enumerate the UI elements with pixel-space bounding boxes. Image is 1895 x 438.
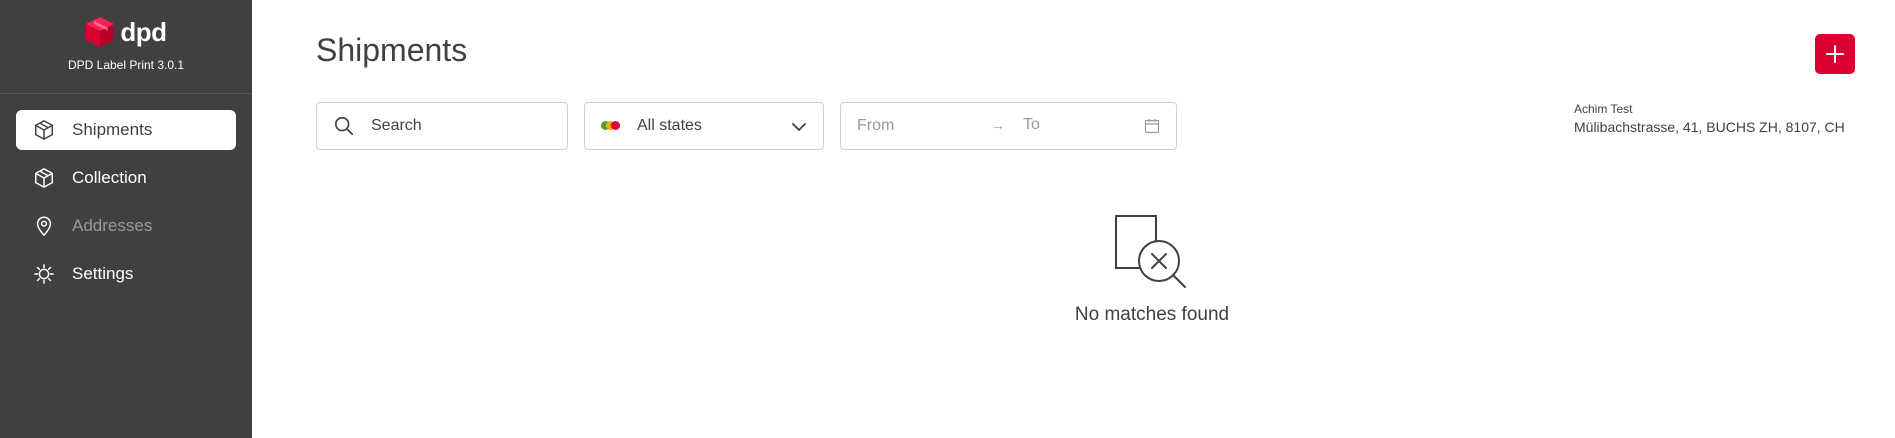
date-from-field[interactable]: From xyxy=(857,117,894,135)
app-version: DPD Label Print 3.0.1 xyxy=(67,58,185,72)
sidebar-item-collection[interactable]: Collection xyxy=(16,158,236,198)
search-input[interactable] xyxy=(369,116,543,136)
empty-state-message: No matches found xyxy=(1074,304,1230,325)
add-shipment-button[interactable] xyxy=(1815,34,1855,74)
date-range-picker[interactable]: From → To xyxy=(840,102,1177,150)
dpd-cube-icon xyxy=(86,17,115,47)
sidebar-item-label: Addresses xyxy=(72,216,153,235)
date-to-field[interactable]: To xyxy=(1023,116,1040,134)
sidebar-item-label: Settings xyxy=(72,264,134,283)
sidebar-item-label: Collection xyxy=(72,168,147,187)
search-icon xyxy=(334,116,354,136)
main-content: Shipments All states From → To Achim Tes… xyxy=(252,0,1895,438)
dpd-logo: dpd xyxy=(85,14,167,50)
account-name: Achim Test xyxy=(1574,102,1633,116)
plus-icon xyxy=(1826,45,1844,63)
sidebar-item-settings[interactable]: Settings xyxy=(16,254,236,294)
brand-header: dpd DPD Label Print 3.0.1 xyxy=(0,0,252,94)
sidebar: dpd DPD Label Print 3.0.1 Shipments Coll… xyxy=(0,0,252,438)
sidebar-item-addresses[interactable]: Addresses xyxy=(16,206,236,246)
gear-icon xyxy=(32,262,56,286)
state-dots-icon xyxy=(601,121,621,131)
brand-wordmark: dpd xyxy=(120,17,167,47)
sidebar-item-shipments[interactable]: Shipments xyxy=(16,110,236,150)
sidebar-item-label: Shipments xyxy=(72,120,153,139)
box-icon xyxy=(32,166,56,190)
box-icon xyxy=(32,118,56,142)
account-address: Mülibachstrasse, 41, BUCHS ZH, 8107, CH xyxy=(1574,119,1845,135)
state-filter-dropdown[interactable]: All states xyxy=(584,102,824,150)
sidebar-nav: Shipments Collection Addresses Settings xyxy=(0,94,252,294)
chevron-down-icon xyxy=(792,123,806,131)
no-results-icon xyxy=(1115,215,1186,288)
calendar-icon xyxy=(1144,119,1160,134)
empty-state: No matches found xyxy=(1002,214,1302,326)
state-filter-value: All states xyxy=(637,117,702,134)
page-title: Shipments xyxy=(316,32,468,68)
map-pin-icon xyxy=(32,214,56,238)
account-info: Achim Test Mülibachstrasse, 41, BUCHS ZH… xyxy=(1574,102,1845,135)
search-box[interactable] xyxy=(316,102,568,150)
arrow-right-icon: → xyxy=(991,117,1005,133)
